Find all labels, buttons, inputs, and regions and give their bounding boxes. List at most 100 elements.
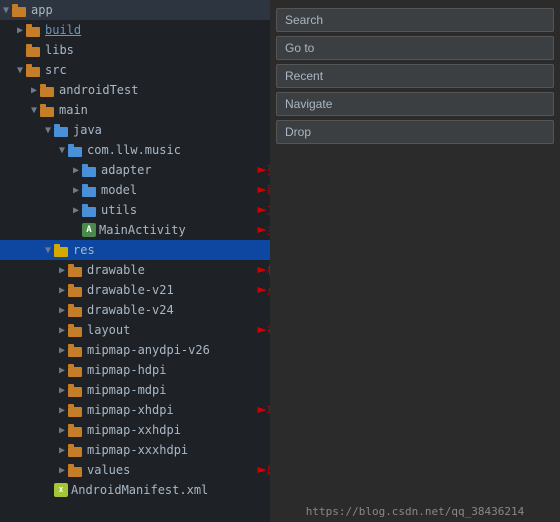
tree-item-values[interactable]: ▶values — [0, 460, 270, 480]
tree-item-label: main — [59, 103, 88, 117]
tree-item-label: utils — [101, 203, 137, 217]
tree-item-androidTest[interactable]: ▶ androidTest — [0, 80, 270, 100]
drop-button[interactable]: Drop — [276, 120, 554, 144]
tree-item-app[interactable]: ▼ app — [0, 0, 270, 20]
tree-item-label: mipmap-anydpi-v26 — [87, 343, 210, 357]
tree-item-label: mipmap-hdpi — [87, 363, 166, 377]
folder-blue-icon — [82, 184, 98, 197]
expand-arrow[interactable]: ▼ — [0, 5, 12, 16]
file-tree-panel: ▼ app ▶build libs ▼ src ▶ androidTest ▼ main ▼ java… — [0, 0, 270, 522]
tree-item-label: MainActivity — [99, 223, 186, 237]
tree-item-label: app — [31, 3, 53, 17]
tree-item-label: drawable — [87, 263, 145, 277]
tree-item-libs[interactable]: libs — [0, 40, 270, 60]
tree-item-drawable-v24[interactable]: ▶ drawable-v24 — [0, 300, 270, 320]
expand-arrow[interactable]: ▶ — [56, 325, 68, 336]
right-panel: Search Go to Recent Navigate Drop https:… — [270, 0, 560, 522]
folder-brown-icon — [26, 64, 42, 77]
folder-brown-icon — [68, 424, 84, 437]
expand-arrow[interactable]: ▶ — [14, 25, 26, 36]
folder-blue-icon — [82, 204, 98, 217]
expand-arrow[interactable]: ▶ — [56, 285, 68, 296]
file-tree[interactable]: ▼ app ▶build libs ▼ src ▶ androidTest ▼ main ▼ java… — [0, 0, 270, 500]
tree-item-label: AndroidManifest.xml — [71, 483, 208, 497]
tree-item-utils[interactable]: ▶ utils — [0, 200, 270, 220]
tree-item-label: libs — [45, 43, 74, 57]
expand-arrow[interactable]: ▼ — [14, 65, 26, 76]
expand-arrow[interactable]: ▶ — [56, 345, 68, 356]
folder-brown-icon — [68, 464, 84, 477]
folder-brown-icon — [40, 104, 56, 117]
tree-item-drawable[interactable]: ▶ drawable — [0, 260, 270, 280]
tree-item-main[interactable]: ▼ main — [0, 100, 270, 120]
folder-brown-icon — [40, 84, 56, 97]
tree-item-label: adapter — [101, 163, 152, 177]
tree-item-label: layout — [87, 323, 130, 337]
expand-arrow[interactable]: ▶ — [70, 185, 82, 196]
tree-item-layout[interactable]: ▶ layout — [0, 320, 270, 340]
expand-arrow[interactable]: ▶ — [56, 405, 68, 416]
expand-arrow[interactable]: ▶ — [56, 425, 68, 436]
expand-arrow[interactable]: ▶ — [28, 85, 40, 96]
tree-item-label: mipmap-xxhdpi — [87, 423, 181, 437]
folder-brown-icon — [26, 24, 42, 37]
expand-arrow[interactable]: ▶ — [70, 165, 82, 176]
tree-item-mipmap-xxhdpi[interactable]: ▶ mipmap-xxhdpi — [0, 420, 270, 440]
expand-arrow[interactable]: ▼ — [56, 145, 68, 156]
tree-item-model[interactable]: ▶ model — [0, 180, 270, 200]
tree-item-label: mipmap-xhdpi — [87, 403, 174, 417]
expand-arrow[interactable]: ▶ — [56, 305, 68, 316]
tree-item-label: src — [45, 63, 67, 77]
goto-button[interactable]: Go to — [276, 36, 554, 60]
folder-yellow-icon — [54, 244, 70, 257]
tree-item-MainActivity[interactable]: AMainActivity — [0, 220, 270, 240]
tree-item-label: mipmap-xxxhdpi — [87, 443, 188, 457]
expand-arrow[interactable]: ▼ — [42, 245, 54, 256]
expand-arrow[interactable]: ▶ — [56, 385, 68, 396]
folder-brown-icon — [68, 324, 84, 337]
expand-arrow[interactable]: ▼ — [42, 125, 54, 136]
folder-brown-icon — [68, 264, 84, 277]
tree-item-drawable-v21[interactable]: ▶ drawable-v21 — [0, 280, 270, 300]
folder-brown-icon — [68, 304, 84, 317]
folder-brown-icon — [68, 284, 84, 297]
folder-brown-icon — [26, 44, 42, 57]
tree-item-src[interactable]: ▼ src — [0, 60, 270, 80]
tree-item-adapter[interactable]: ▶ adapter — [0, 160, 270, 180]
folder-blue-icon — [54, 124, 70, 137]
tree-item-label: androidTest — [59, 83, 138, 97]
expand-arrow[interactable]: ▶ — [56, 265, 68, 276]
recent-button[interactable]: Recent — [276, 64, 554, 88]
tree-item-label: model — [101, 183, 137, 197]
watermark: https://blog.csdn.net/qq_38436214 — [270, 505, 560, 518]
activity-icon: A — [82, 223, 96, 237]
expand-arrow[interactable]: ▶ — [56, 465, 68, 476]
tree-item-label: res — [73, 243, 95, 257]
folder-blue-icon — [68, 144, 84, 157]
tree-item-com.llw.music[interactable]: ▼ com.llw.music — [0, 140, 270, 160]
xml-icon: X — [54, 483, 68, 497]
tree-item-build[interactable]: ▶build — [0, 20, 270, 40]
navigate-button[interactable]: Navigate — [276, 92, 554, 116]
tree-item-label: drawable-v21 — [87, 283, 174, 297]
folder-brown-icon — [68, 364, 84, 377]
folder-blue-icon — [82, 164, 98, 177]
search-button[interactable]: Search — [276, 8, 554, 32]
tree-item-mipmap-hdpi[interactable]: ▶ mipmap-hdpi — [0, 360, 270, 380]
expand-arrow[interactable]: ▶ — [56, 445, 68, 456]
tree-item-java[interactable]: ▼ java — [0, 120, 270, 140]
folder-brown-icon — [12, 4, 28, 17]
tree-item-AndroidManifest[interactable]: XAndroidManifest.xml — [0, 480, 270, 500]
tree-item-mipmap-anydpi-v26[interactable]: ▶ mipmap-anydpi-v26 — [0, 340, 270, 360]
tree-item-res[interactable]: ▼ res — [0, 240, 270, 260]
tree-item-mipmap-xxxhdpi[interactable]: ▶ mipmap-xxxhdpi — [0, 440, 270, 460]
folder-brown-icon — [68, 444, 84, 457]
tree-item-label: drawable-v24 — [87, 303, 174, 317]
expand-arrow[interactable]: ▼ — [28, 105, 40, 116]
tree-item-label: com.llw.music — [87, 143, 181, 157]
tree-item-label: java — [73, 123, 102, 137]
expand-arrow[interactable]: ▶ — [70, 205, 82, 216]
tree-item-mipmap-mdpi[interactable]: ▶mipmap-mdpi — [0, 380, 270, 400]
tree-item-mipmap-xhdpi[interactable]: ▶ mipmap-xhdpi — [0, 400, 270, 420]
expand-arrow[interactable]: ▶ — [56, 365, 68, 376]
